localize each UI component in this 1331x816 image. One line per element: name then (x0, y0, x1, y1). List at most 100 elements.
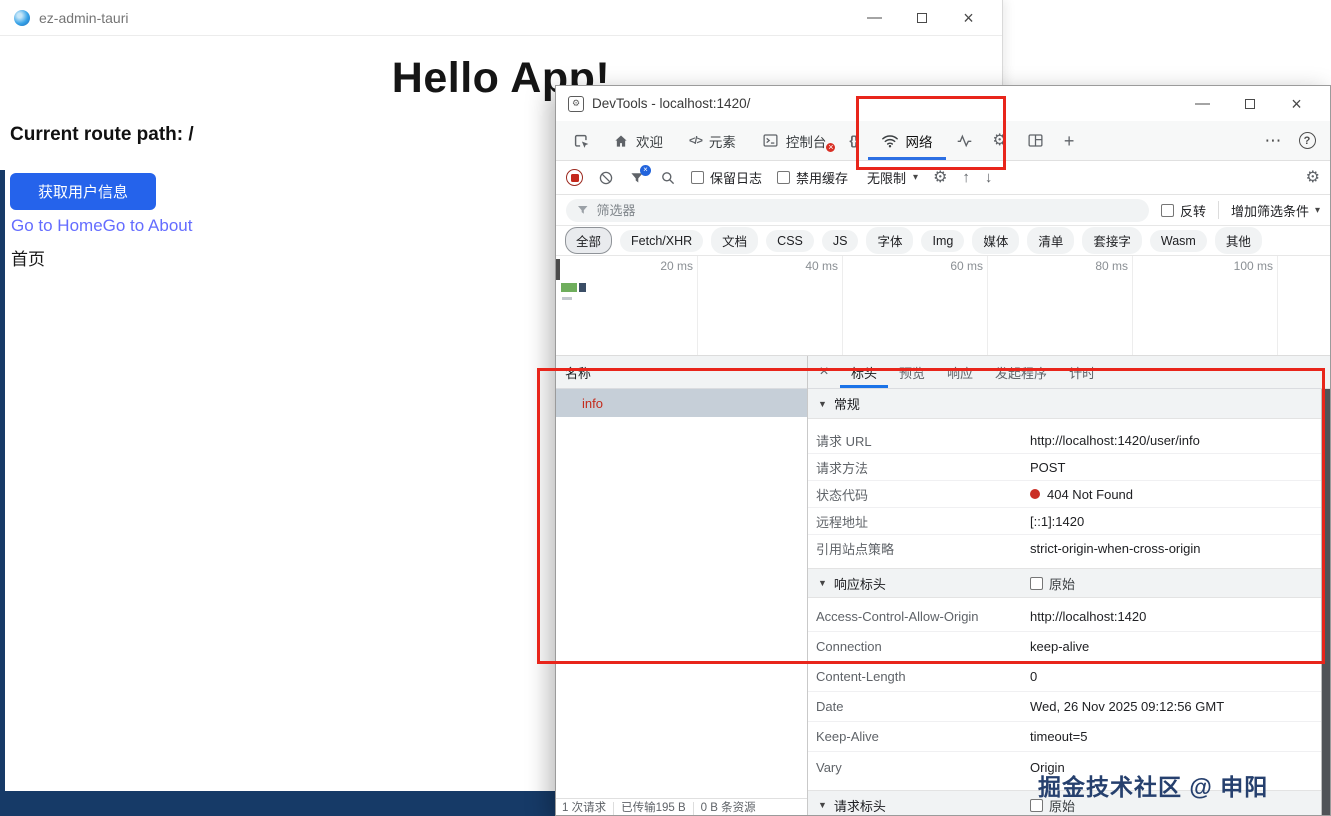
chip-socket[interactable]: 套接字 (1082, 227, 1142, 254)
home-page-text: 首页 (11, 245, 45, 270)
tab-response[interactable]: 响应 (936, 356, 984, 388)
link-go-about[interactable]: Go to About (103, 216, 193, 235)
clear-network-log-button[interactable] (598, 170, 614, 186)
sources-icon: {} (849, 133, 857, 148)
close-button[interactable]: × (945, 1, 992, 35)
header-row: Date Wed, 26 Nov 2025 09:12:56 GMT (808, 692, 1330, 722)
app-window-title: ez-admin-tauri (39, 10, 128, 26)
import-har-icon: ↑ (962, 169, 970, 186)
route-path-text: Current route path: / (10, 124, 194, 146)
header-row: 请求方法 POST (808, 454, 1330, 481)
chip-all[interactable]: 全部 (565, 227, 612, 254)
plus-icon: + (1064, 132, 1075, 150)
checkbox-icon (1161, 204, 1174, 217)
chip-media[interactable]: 媒体 (972, 227, 1019, 254)
tab-welcome[interactable]: 欢迎 (600, 121, 676, 160)
get-user-info-button[interactable]: 获取用户信息 (10, 173, 156, 210)
devtools-close-button[interactable]: × (1273, 87, 1320, 120)
tab-preview[interactable]: 预览 (888, 356, 936, 388)
devtools-titlebar[interactable]: ⚙ DevTools - localhost:1420/ — × (556, 86, 1330, 121)
request-row-info[interactable]: info (556, 389, 807, 417)
chip-img[interactable]: Img (921, 230, 964, 252)
minimize-button[interactable]: — (851, 1, 898, 35)
section-response-headers-body: Access-Control-Allow-Origin http://local… (808, 598, 1330, 790)
devtools-maximize-button[interactable] (1226, 87, 1273, 120)
tab-sources[interactable]: {} (839, 121, 867, 160)
app-titlebar[interactable]: ez-admin-tauri — × (0, 0, 1002, 36)
filter-input[interactable] (596, 203, 1138, 218)
throttling-dropdown[interactable]: 无限制 ▾ (867, 168, 918, 187)
network-conditions-button[interactable]: ⚙ (933, 170, 947, 186)
maximize-icon (917, 13, 927, 23)
wifi-icon (881, 132, 899, 150)
tab-memory[interactable]: ⚙ (983, 121, 1017, 160)
section-general-header[interactable]: ▼ 常规 (808, 389, 1330, 419)
network-toolbar: × 保留日志 禁用缓存 无限制 ▾ ⚙ ↑ ↓ ⚙ (556, 161, 1330, 195)
preserve-log-checkbox[interactable]: 保留日志 (691, 168, 762, 187)
import-har-button[interactable]: ↑ (962, 169, 970, 186)
details-tabbar: × 标头 预览 响应 发起程序 计时 (808, 356, 1330, 389)
chip-other[interactable]: 其他 (1215, 227, 1262, 254)
devtools-minimize-button[interactable]: — (1179, 87, 1226, 120)
timeline-activity-bar (579, 283, 586, 292)
timeline-gridline: 80 ms (1132, 256, 1133, 355)
name-column-header[interactable]: 名称 (556, 356, 807, 389)
chip-js[interactable]: JS (822, 230, 859, 252)
checkbox-icon (691, 171, 704, 184)
network-timeline-overview[interactable]: 20 ms 40 ms 60 ms 80 ms 100 ms (556, 256, 1330, 356)
invert-filter-checkbox[interactable]: 反转 (1161, 201, 1206, 220)
headers-content: ▼ 常规 请求 URL http://localhost:1420/user/i… (808, 389, 1330, 815)
header-row: Connection keep-alive (808, 632, 1330, 662)
export-har-icon: ↓ (985, 169, 993, 186)
more-options-button[interactable]: ⋯ (1256, 121, 1290, 160)
tab-headers[interactable]: 标头 (840, 356, 888, 388)
chip-doc[interactable]: 文档 (711, 227, 758, 254)
search-button[interactable] (660, 170, 676, 186)
help-icon: ? (1299, 132, 1316, 149)
chip-font[interactable]: 字体 (866, 227, 913, 254)
more-icon: ⋯ (1265, 131, 1282, 151)
tab-elements[interactable]: </> 元素 (676, 121, 749, 160)
close-details-button[interactable]: × (808, 356, 840, 388)
network-settings-button[interactable]: ⚙ (1306, 170, 1320, 186)
clear-icon (598, 170, 614, 186)
tab-timing[interactable]: 计时 (1058, 356, 1106, 388)
section-request-headers-header[interactable]: ▼ 请求标头 原始 (808, 790, 1330, 815)
more-filters-dropdown[interactable]: 增加筛选条件 ▾ (1231, 201, 1320, 220)
chip-wasm[interactable]: Wasm (1150, 230, 1207, 252)
chip-css[interactable]: CSS (766, 230, 814, 252)
app-left-strip (0, 170, 5, 816)
chip-manifest[interactable]: 清单 (1027, 227, 1074, 254)
tab-performance[interactable] (946, 121, 983, 160)
timeline-gridline: 20 ms (697, 256, 698, 355)
filter-active-badge: × (640, 165, 651, 176)
tab-network[interactable]: 网络 (868, 121, 946, 160)
devtools-window-controls: — × (1179, 87, 1330, 120)
filter-toggle-button[interactable]: × (629, 170, 645, 186)
chip-fetch-xhr[interactable]: Fetch/XHR (620, 230, 703, 252)
help-button[interactable]: ? (1290, 121, 1324, 160)
disable-cache-checkbox[interactable]: 禁用缓存 (777, 168, 848, 187)
record-network-log-button[interactable] (566, 169, 583, 186)
timeline-scroll-thumb[interactable] (556, 259, 560, 280)
inspect-element-button[interactable] (562, 121, 600, 160)
maximize-button[interactable] (898, 1, 945, 35)
more-tools-button[interactable]: + (1054, 121, 1085, 160)
devtools-logo-icon: ⚙ (568, 96, 584, 112)
network-main-area: 名称 info 1 次请求 已传输195 B 0 B 条资源 × 标头 预览 响… (556, 356, 1330, 815)
chevron-down-icon: ▾ (913, 172, 918, 183)
layout-panels-icon (1027, 132, 1044, 149)
console-error-badge: × (824, 141, 837, 154)
link-go-home[interactable]: Go to Home (11, 216, 103, 235)
section-response-headers-header[interactable]: ▼ 响应标头 原始 (808, 568, 1330, 598)
tab-console[interactable]: 控制台 × (749, 121, 840, 160)
raw-toggle-checkbox[interactable]: 原始 (1030, 791, 1075, 815)
tab-initiator[interactable]: 发起程序 (984, 356, 1058, 388)
filter-input-pill[interactable] (566, 199, 1149, 222)
tab-application[interactable] (1017, 121, 1054, 160)
checkbox-icon (1030, 799, 1043, 812)
export-har-button[interactable]: ↓ (985, 169, 993, 186)
code-icon: </> (689, 135, 702, 147)
raw-toggle-checkbox[interactable]: 原始 (1030, 569, 1075, 597)
details-scrollbar[interactable] (1321, 389, 1330, 815)
